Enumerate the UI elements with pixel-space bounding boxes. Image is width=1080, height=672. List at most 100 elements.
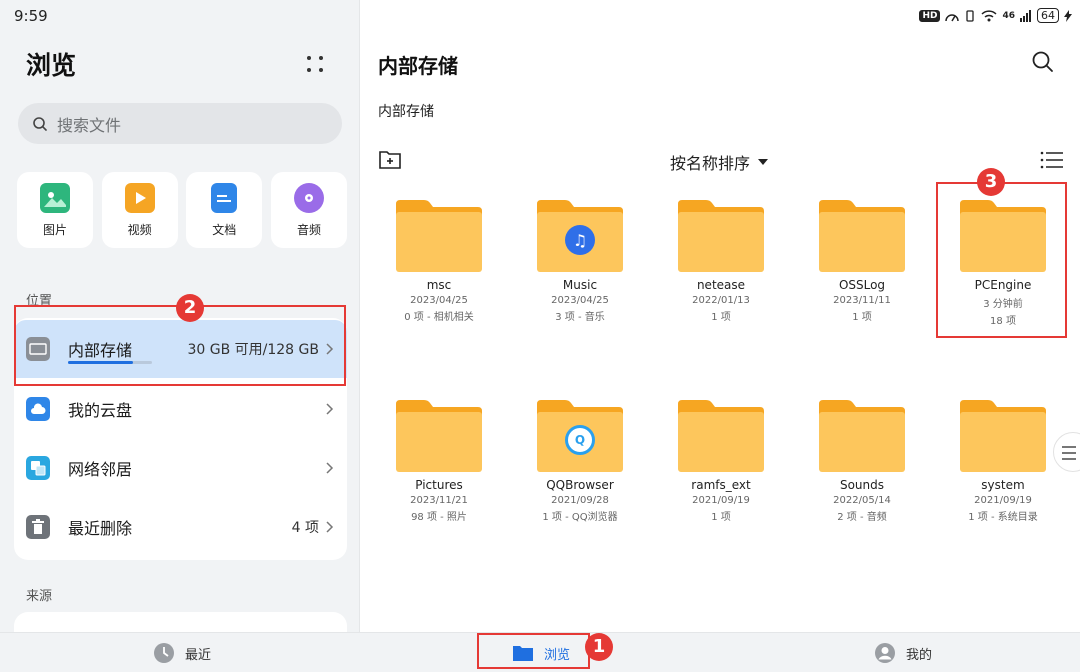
network-icon: [26, 456, 50, 480]
folder-meta: 3 项 - 音乐: [555, 312, 605, 323]
folder-date: 2021/09/28: [551, 495, 609, 506]
new-folder-icon[interactable]: [378, 148, 402, 170]
vibrate-icon: [966, 9, 975, 22]
speed-icon: [945, 13, 960, 21]
sources-label: 来源: [26, 589, 53, 604]
nav-mine[interactable]: 我的: [874, 633, 932, 672]
search-input[interactable]: 搜索文件: [18, 103, 342, 144]
search-icon: [33, 116, 47, 131]
annotation-box-browse: [477, 633, 590, 669]
folder-icon: [819, 200, 905, 272]
qqbrowser-app-icon: Q: [565, 425, 595, 455]
chevron-right-icon: [326, 403, 334, 415]
sort-label: 按名称排序: [670, 154, 751, 173]
category-audio[interactable]: 音频: [270, 172, 347, 248]
folder-meta: 1 项 - QQ浏览器: [542, 512, 618, 523]
category-label: 音频: [296, 222, 321, 237]
folder-icon: [396, 200, 482, 272]
list-view-icon[interactable]: [1040, 150, 1064, 170]
trash-icon: [26, 515, 50, 539]
nav-label: 我的: [906, 647, 933, 663]
folder-meta: 1 项 - 系统目录: [968, 512, 1038, 523]
breadcrumb[interactable]: 内部存储: [378, 101, 434, 121]
folder-item[interactable]: OSSLog 2023/11/11 1 项: [797, 200, 927, 323]
video-icon: [124, 182, 155, 213]
nav-label: 最近: [185, 647, 212, 663]
folder-item[interactable]: Q QQBrowser 2021/09/28 1 项 - QQ浏览器: [515, 400, 645, 523]
folder-icon: [819, 400, 905, 472]
chevron-right-icon: [326, 462, 334, 474]
category-label: 图片: [42, 222, 67, 237]
nav-recent[interactable]: 最近: [153, 633, 211, 672]
music-app-icon: ♫: [565, 225, 595, 255]
annotation-number: 2: [176, 294, 204, 322]
folder-date: 2023/11/21: [410, 495, 468, 506]
status-time: 9:59: [14, 7, 48, 25]
charging-icon: [1064, 9, 1072, 22]
folder-name: QQBrowser: [546, 478, 614, 492]
location-network-neighborhood[interactable]: 网络邻居: [14, 439, 347, 497]
category-label: 视频: [127, 222, 152, 237]
folder-name: netease: [696, 278, 746, 292]
category-documents[interactable]: 文档: [186, 172, 263, 248]
annotation-number: 3: [977, 168, 1005, 196]
folder-icon: [960, 400, 1046, 472]
signal-icon: 46: [1002, 10, 1015, 21]
folder-name: Sounds: [839, 478, 885, 492]
folder-meta: 0 项 - 相机相关: [404, 312, 474, 323]
folder-name: ramfs_ext: [691, 478, 751, 492]
folder-icon: ♫: [537, 200, 623, 272]
audio-icon: [293, 182, 324, 213]
status-bar-icons: HD 46 64: [919, 8, 1072, 23]
location-recently-deleted[interactable]: 最近删除 4 项: [14, 498, 347, 556]
folder-date: 2021/09/19: [974, 495, 1032, 506]
annotation-number: 1: [585, 633, 613, 661]
cloud-icon: [26, 397, 50, 421]
chevron-right-icon: [326, 521, 334, 533]
hd-icon: HD: [919, 9, 941, 22]
folder-meta: 1 项: [852, 312, 872, 323]
folder-date: 2022/05/14: [833, 495, 891, 506]
folder-item[interactable]: Sounds 2022/05/14 2 项 - 音频: [797, 400, 927, 523]
folder-item[interactable]: msc 2023/04/25 0 项 - 相机相关: [374, 200, 504, 323]
signal-bars-icon: [1020, 9, 1031, 22]
category-videos[interactable]: 视频: [101, 172, 178, 248]
folder-date: 2023/04/25: [551, 295, 609, 306]
user-icon: [875, 643, 895, 663]
folder-date: 2022/01/13: [692, 295, 750, 306]
caret-down-icon: [758, 159, 769, 165]
folder-icon: [678, 400, 764, 472]
folder-item[interactable]: ♫ Music 2023/04/25 3 项 - 音乐: [515, 200, 645, 323]
sources-card: [14, 612, 347, 632]
sort-dropdown[interactable]: 按名称排序: [670, 150, 769, 174]
location-label: 网络邻居: [68, 460, 133, 479]
location-label: 最近删除: [68, 519, 133, 538]
wifi-icon: [981, 9, 997, 21]
category-grid: 图片 视频 文档 音频: [17, 172, 347, 248]
annotation-box-pcengine: [936, 182, 1067, 338]
deleted-count: 4 项: [291, 520, 319, 536]
clock-icon: [154, 643, 174, 663]
folder-icon: Q: [537, 400, 623, 472]
folder-name: Music: [562, 278, 598, 292]
folder-meta: 98 项 - 照片: [411, 512, 467, 523]
folder-name: system: [981, 478, 1025, 492]
folder-item[interactable]: netease 2022/01/13 1 项: [656, 200, 786, 323]
page-title: 浏览: [26, 51, 77, 80]
folder-name: msc: [426, 278, 452, 292]
location-label: 我的云盘: [68, 401, 133, 420]
folder-date: 2023/04/25: [410, 295, 468, 306]
folder-item[interactable]: ramfs_ext 2021/09/19 1 项: [656, 400, 786, 523]
document-icon: [211, 182, 238, 213]
more-options-icon[interactable]: [305, 54, 325, 74]
location-cloud-drive[interactable]: 我的云盘: [14, 380, 347, 438]
category-images[interactable]: 图片: [17, 172, 93, 248]
search-placeholder: 搜索文件: [57, 115, 122, 135]
category-label: 文档: [212, 222, 237, 237]
folder-icon: [678, 200, 764, 272]
search-icon[interactable]: [1031, 50, 1055, 74]
folder-name: Pictures: [415, 478, 463, 492]
folder-item[interactable]: system 2021/09/19 1 项 - 系统目录: [938, 400, 1068, 523]
folder-name: OSSLog: [838, 278, 886, 292]
folder-item[interactable]: Pictures 2023/11/21 98 项 - 照片: [374, 400, 504, 523]
